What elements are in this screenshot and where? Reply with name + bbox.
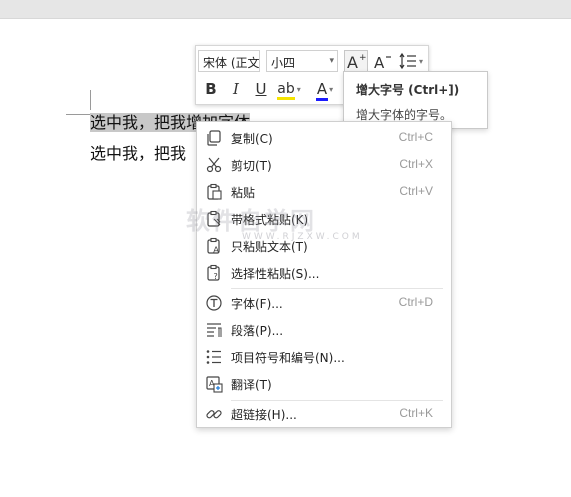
menu-item-translate[interactable]: A 翻译(T) [197,371,451,397]
paragraph-icon [207,323,222,337]
chevron-down-icon: ▾ [418,56,423,66]
svg-text:A: A [374,54,385,70]
line-spacing-icon [399,52,416,70]
menu-item-shortcut: Ctrl+X [399,157,433,171]
menu-item-shortcut: Ctrl+V [399,184,433,198]
svg-text:+: + [359,53,366,63]
page-margin-marker-vertical [90,90,91,110]
menu-item-font[interactable]: 字体(F)... Ctrl+D [197,290,451,316]
paste-icon [207,183,222,200]
italic-button[interactable]: I [226,78,246,100]
font-color-button[interactable]: A ▾ [310,78,340,101]
menu-item-label: 字体(F)... [231,297,283,311]
line-spacing-button[interactable]: ▾ [397,50,425,72]
menu-item-label: 超链接(H)... [231,408,297,422]
paste-special-icon: ? [207,264,220,281]
underline-button[interactable]: U [250,78,272,100]
svg-text:A: A [347,53,358,70]
bold-button[interactable]: B [200,78,222,100]
menu-item-bullets-numbering[interactable]: 项目符号和编号(N)... [197,344,451,370]
highlight-button[interactable]: ab ▾ [274,78,304,100]
copy-icon [207,130,221,146]
font-name-dropdown[interactable]: 宋体 (正文 [198,50,260,72]
menu-item-shortcut: Ctrl+C [398,130,433,144]
watermark-subtext: WWW.RJZXW.COM [242,232,363,242]
cut-icon [206,157,222,173]
tooltip-title: 增大字号 (Ctrl+]) [356,83,460,97]
menu-item-label: 粘贴 [231,186,256,200]
menu-item-label: 复制(C) [231,132,273,146]
menu-item-cut[interactable]: 剪切(T) Ctrl+X [197,152,451,178]
document-line-2[interactable]: 选中我，把我 [90,143,186,165]
menu-item-copy[interactable]: 复制(C) Ctrl+C [197,125,451,151]
highlight-label: ab [277,81,295,97]
chevron-down-icon: ▾ [329,84,334,94]
font-size-value: 小四 [271,56,296,70]
svg-text:A: A [213,246,220,255]
menu-item-label: 项目符号和编号(N)... [231,351,345,365]
font-size-increase-icon: A + [347,53,366,70]
paste-text-icon: A [207,237,220,255]
menu-separator [231,288,443,289]
grow-font-button[interactable]: A + [344,50,368,72]
chevron-down-icon: ▾ [329,56,334,66]
menu-item-shortcut: Ctrl+K [399,406,433,420]
bullets-numbering-icon [206,350,221,364]
translate-icon: A [206,376,223,393]
menu-item-paste-special[interactable]: ? 选择性粘贴(S)... [197,260,451,286]
menu-item-shortcut: Ctrl+D [398,295,433,309]
shrink-font-button[interactable]: A [372,50,394,72]
window-top-band [0,0,571,19]
menu-item-label: 段落(P)... [231,324,284,338]
menu-item-label: 选择性粘贴(S)... [231,267,320,281]
menu-item-label: 翻译(T) [231,378,272,392]
font-size-dropdown[interactable]: 小四 ▾ [266,50,338,72]
menu-item-paragraph[interactable]: 段落(P)... [197,317,451,343]
watermark-text: 软件自学网 [186,207,316,235]
font-name-value: 宋体 (正文 [203,56,259,70]
highlight-color-bar [277,97,295,100]
font-icon [206,295,222,311]
svg-text:?: ? [214,272,218,281]
menu-item-label: 剪切(T) [231,159,272,173]
hyperlink-icon [206,410,222,419]
font-size-decrease-icon: A [374,54,391,70]
font-color-label: A [316,80,328,98]
chevron-down-icon: ▾ [296,84,301,94]
page-margin-marker-horizontal [66,114,90,115]
font-color-bar [315,98,329,101]
context-menu: 复制(C) Ctrl+C 剪切(T) Ctrl+X 粘贴 Ctrl+V 带格式粘… [196,121,452,428]
menu-item-hyperlink[interactable]: 超链接(H)... Ctrl+K [197,401,451,427]
